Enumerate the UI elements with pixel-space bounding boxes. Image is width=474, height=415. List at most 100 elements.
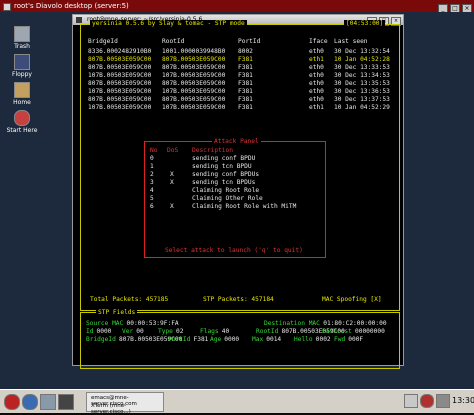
vnc-window-icon [3, 3, 11, 11]
field-label: Type [158, 328, 173, 335]
desktop-icon-trash[interactable]: Trash [6, 26, 38, 50]
table-cell: 107B.00503E059C00 [162, 72, 226, 79]
vnc-window-title: root's Diavolo desktop (server:5) [14, 2, 129, 10]
attack-cell: X [170, 171, 174, 178]
field-label: RootId [256, 328, 279, 335]
table-cell: F381 [238, 88, 253, 95]
table-cell: 107B.00503E059C00 [88, 88, 152, 95]
terminal-icon [76, 17, 82, 23]
field-value[interactable]: F381 [194, 336, 209, 344]
col-header-last-seen: Last seen [334, 38, 368, 45]
field-value[interactable]: 000F [348, 336, 363, 344]
table-cell: eth0 [309, 80, 324, 87]
table-cell: 807B.00503E059C00 [162, 56, 226, 63]
field-label: BridgeId [86, 336, 116, 343]
attack-cell: X [170, 179, 174, 186]
table-cell: F381 [238, 56, 253, 63]
desktop-icon-label: Home [13, 99, 31, 106]
desktop-icon-home[interactable]: Home [6, 82, 38, 106]
field-value[interactable]: 00 [136, 328, 143, 336]
attack-option[interactable]: Claiming Root Role [192, 187, 259, 195]
desktop-icon-floppy[interactable]: Floppy [6, 54, 38, 78]
attack-col-dos: DoS [167, 147, 179, 154]
attack-option[interactable]: sending conf BPDU [192, 155, 255, 163]
field-value[interactable]: 00:00:53:9F:FA [127, 320, 179, 328]
table-cell: F381 [238, 64, 253, 71]
table-cell: 107B.00503E059C00 [88, 104, 152, 111]
home-icon [14, 82, 30, 98]
field-value[interactable]: 02 [176, 328, 183, 336]
floppy-icon [14, 54, 30, 70]
attack-cell: 3 [150, 179, 154, 186]
attack-cell: 4 [150, 187, 154, 194]
table-cell: F381 [238, 104, 253, 111]
table-cell: F381 [238, 72, 253, 79]
table-cell: eth0 [309, 72, 324, 79]
desktop-icon-label: Trash [14, 43, 30, 50]
attack-panel-title: Attack Panel [212, 138, 261, 146]
field-label: Destination MAC [264, 320, 320, 327]
table-cell: 107B.00503E059C00 [88, 72, 152, 79]
field-value[interactable]: 00000000 [355, 328, 385, 336]
col-header-iface: Iface [309, 38, 328, 45]
attack-option[interactable]: sending tcn BPDU [192, 163, 252, 171]
attack-col-no: No [150, 147, 158, 154]
terminal-launcher-icon[interactable] [58, 394, 74, 410]
desktop-icon-label: Floppy [12, 71, 32, 78]
field-value[interactable]: 0002 [316, 336, 331, 344]
printer-icon[interactable] [436, 394, 450, 408]
mail-icon[interactable] [40, 394, 56, 410]
table-cell: 107B.00503E059C00 [162, 88, 226, 95]
table-cell: 8002 [238, 48, 253, 55]
field-value[interactable]: 0014 [266, 336, 281, 344]
field-label: Pathcost [322, 328, 352, 335]
attack-prompt: Select attack to launch ('q' to quit) [165, 247, 303, 254]
mac-spoofing-toggle[interactable]: MAC Spoofing [X] [322, 296, 382, 304]
attack-option[interactable]: sending conf BPDUs [192, 171, 259, 179]
table-cell: 807B.00503E059C00 [162, 80, 226, 87]
table-cell: 807B.00503E059C00 [162, 64, 226, 71]
col-header-bridgeid: BridgeId [88, 38, 118, 45]
table-cell: 30 Dec 13:32:54 [334, 48, 390, 55]
field-value[interactable]: 0000 [224, 336, 239, 344]
field-label: Age [210, 336, 222, 343]
table-cell: 807B.00503E059C00 [162, 96, 226, 103]
table-cell: 30 Dec 13:36:53 [334, 88, 390, 95]
taskbar-tasks[interactable]: emacs@mne-server.cisco.com XTerm (mne-se… [86, 392, 164, 415]
table-cell: 30 Dec 13:35:53 [334, 80, 390, 87]
table-cell: 30 Dec 13:37:53 [334, 96, 390, 103]
field-value[interactable]: 01:80:C2:00:00:00 [323, 320, 386, 328]
table-cell: 10 Jan 04:52:29 [334, 104, 390, 111]
field-label: PortId [168, 336, 191, 343]
trash-icon [14, 26, 30, 42]
browser-icon[interactable] [22, 394, 38, 410]
field-label: Fwd [334, 336, 346, 343]
taskbar: emacs@mne-server.cisco.com XTerm (mne-se… [0, 389, 474, 415]
total-packets: Total Packets: 457185 [90, 296, 169, 303]
field-label: Id [86, 328, 94, 335]
field-label: Ver [122, 328, 134, 335]
attack-cell: 2 [150, 171, 154, 178]
task-xterm[interactable]: XTerm (mne-server.cisco...) [91, 403, 163, 415]
attack-cell: 1 [150, 163, 154, 170]
attack-option[interactable]: sending tcn BPDUs [192, 179, 255, 187]
attack-option[interactable]: Claiming Root Role with MiTM [192, 203, 296, 211]
attack-option[interactable]: Claiming Other Role [192, 195, 263, 203]
app-title: yersinia 0.5.6 by Slay & tomac - STP mod… [90, 20, 247, 28]
clock-readout: [04:53:00] [344, 20, 386, 28]
tray-icon[interactable] [404, 394, 418, 408]
start-here-icon [14, 110, 30, 126]
table-cell: 107B.00503E059C00 [162, 104, 226, 111]
table-cell: eth0 [309, 88, 324, 95]
desktop-icon-start-here[interactable]: Start Here [6, 110, 38, 134]
field-label: Max [252, 336, 264, 343]
table-cell: 807B.00503E059C00 [88, 56, 152, 63]
update-icon[interactable] [420, 394, 434, 408]
field-value[interactable]: 0000 [97, 328, 112, 336]
col-header-rootid: RootId [162, 38, 185, 45]
table-cell: eth1 [309, 104, 324, 111]
redhat-menu-icon[interactable] [4, 394, 20, 410]
field-label: Flags [200, 328, 219, 335]
field-value[interactable]: 40 [222, 328, 229, 336]
attack-col-description: Description [192, 147, 233, 154]
